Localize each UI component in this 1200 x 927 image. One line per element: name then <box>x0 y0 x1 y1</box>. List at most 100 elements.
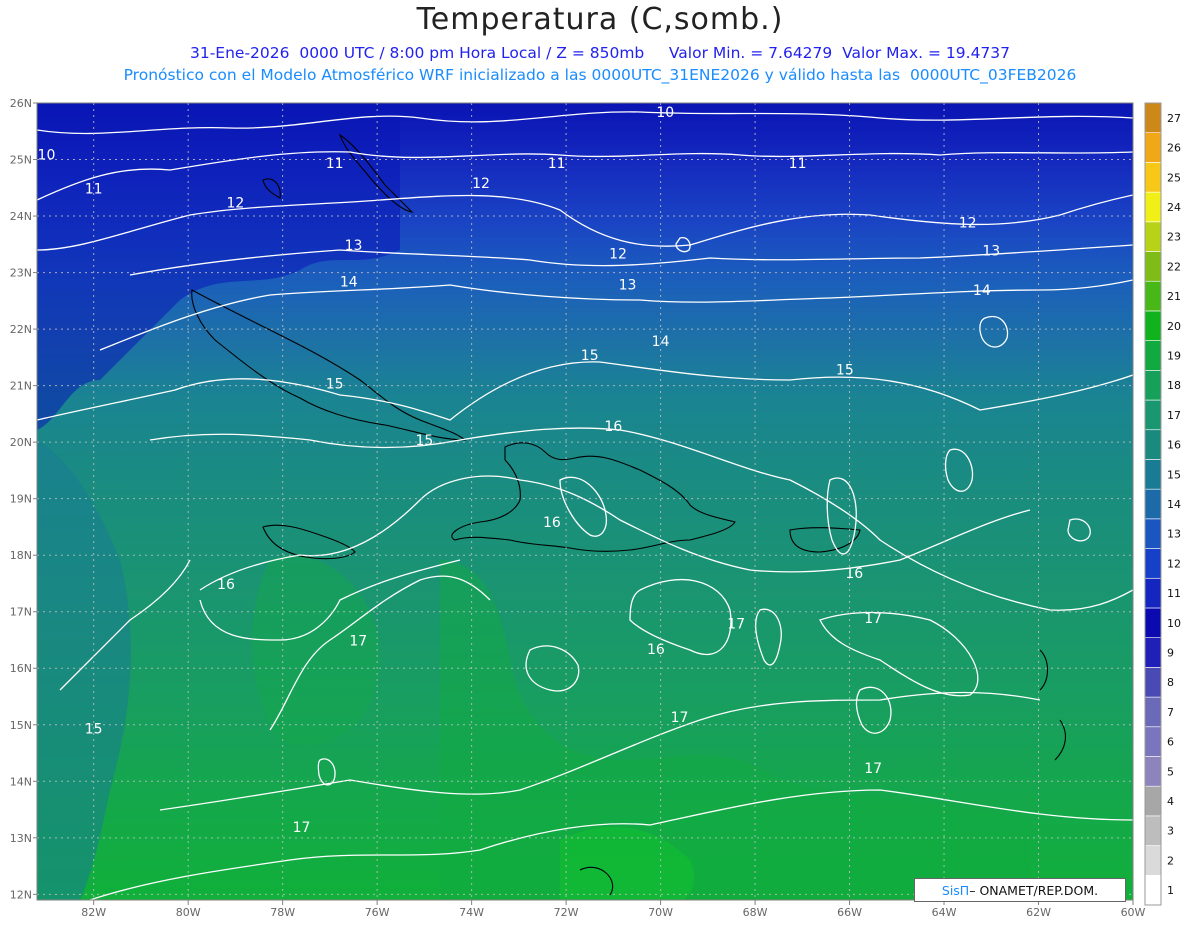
lat-tick-label: 12N <box>10 888 32 901</box>
contour-label: 12 <box>959 215 977 231</box>
colorbar: 1234567891011121314151617181920212223242… <box>1144 102 1181 906</box>
colorbar-swatch <box>1144 191 1162 223</box>
colorbar-swatch <box>1144 310 1162 341</box>
colorbar-swatch <box>1144 667 1162 698</box>
colorbar-swatch <box>1144 696 1162 728</box>
latitude-axis: 26N 25N 24N 23N 22N 21N 20N 19N 18N 17N 16N 15N 14N 1… <box>10 97 37 901</box>
credit-box: SisΠ – ONAMET/REP.DOM. <box>914 878 1126 902</box>
contour-label: 16 <box>217 577 235 593</box>
contour-label: 13 <box>619 278 637 294</box>
colorbar-swatch <box>1144 429 1162 460</box>
contour-label: 11 <box>789 156 807 172</box>
colorbar-swatch <box>1144 340 1162 371</box>
colorbar-label: 12 <box>1167 557 1181 570</box>
lat-tick-label: 16N <box>10 662 32 675</box>
contour-label: 15 <box>836 362 854 378</box>
colorbar-swatch <box>1144 251 1162 282</box>
lon-tick-label: 82W <box>81 906 106 919</box>
lon-tick-label: 62W <box>1026 906 1051 919</box>
colorbar-label: 1 <box>1167 884 1174 897</box>
colorbar-swatch <box>1144 488 1162 520</box>
colorbar-label: 23 <box>1167 231 1181 244</box>
colorbar-label: 13 <box>1167 528 1181 541</box>
lat-tick-label: 14N <box>10 775 32 788</box>
lon-tick-label: 72W <box>554 906 579 919</box>
colorbar-label: 10 <box>1167 617 1181 630</box>
lat-tick-label: 23N <box>10 267 32 280</box>
contour-label: 14 <box>340 275 358 291</box>
colorbar-label: 3 <box>1167 825 1174 838</box>
sispi-brand: SisΠ <box>941 882 970 898</box>
contour-label: 13 <box>345 238 363 254</box>
colorbar-swatch <box>1144 280 1162 312</box>
colorbar-label: 7 <box>1167 706 1174 719</box>
colorbar-swatch <box>1144 637 1162 668</box>
colorbar-swatch <box>1144 399 1162 431</box>
colorbar-label: 11 <box>1167 587 1181 600</box>
colorbar-label: 6 <box>1167 736 1174 749</box>
colorbar-label: 22 <box>1167 260 1181 273</box>
lat-tick-label: 22N <box>10 323 32 336</box>
lat-tick-label: 19N <box>10 493 32 506</box>
lat-tick-label: 18N <box>10 549 32 562</box>
colorbar-swatch <box>1144 726 1162 757</box>
lat-tick-label: 26N <box>10 97 32 110</box>
colorbar-label: 26 <box>1167 142 1181 155</box>
colorbar-label: 8 <box>1167 676 1174 689</box>
contour-label: 17 <box>671 710 689 726</box>
contour-label: 16 <box>604 419 622 435</box>
colorbar-label: 2 <box>1167 854 1174 867</box>
colorbar-swatch <box>1144 459 1162 490</box>
colorbar-swatch <box>1144 874 1162 906</box>
lat-tick-label: 17N <box>10 606 32 619</box>
contour-label: 12 <box>609 246 627 262</box>
colorbar-swatch <box>1144 221 1162 252</box>
colorbar-swatch <box>1144 548 1162 579</box>
contour-label: 14 <box>652 334 670 350</box>
colorbar-swatch <box>1144 370 1162 401</box>
contour-label: 13 <box>982 244 1000 260</box>
contour-label: 14 <box>973 283 991 299</box>
contour-label: 17 <box>864 761 882 777</box>
lon-tick-label: 64W <box>932 906 957 919</box>
lon-tick-label: 80W <box>176 906 201 919</box>
temperature-map: 10101111 11 111212121213131314141415151515… <box>10 97 1181 919</box>
colorbar-label: 15 <box>1167 468 1181 481</box>
colorbar-swatch <box>1144 815 1162 846</box>
lat-tick-label: 15N <box>10 719 32 732</box>
lon-tick-label: 78W <box>270 906 295 919</box>
colorbar-swatch <box>1144 577 1162 609</box>
colorbar-swatch <box>1144 607 1162 638</box>
colorbar-swatch <box>1144 162 1162 193</box>
lat-tick-label: 13N <box>10 832 32 845</box>
contour-label: 15 <box>326 376 344 392</box>
lat-tick-label: 20N <box>10 436 32 449</box>
lat-tick-label: 21N <box>10 380 32 393</box>
lon-tick-label: 76W <box>365 906 390 919</box>
contour-label: 17 <box>293 820 311 836</box>
colorbar-label: 27 <box>1167 112 1181 125</box>
lon-tick-label: 70W <box>648 906 673 919</box>
colorbar-label: 4 <box>1167 795 1174 808</box>
contour-label: 17 <box>864 611 882 627</box>
colorbar-swatch <box>1144 845 1162 876</box>
contour-label: 12 <box>226 196 244 212</box>
lon-tick-label: 74W <box>459 906 484 919</box>
colorbar-label: 9 <box>1167 647 1174 660</box>
contour-label: 17 <box>727 617 745 633</box>
contour-label: 15 <box>581 348 599 364</box>
lon-tick-label: 60W <box>1121 906 1146 919</box>
contour-label: 11 <box>85 181 103 197</box>
longitude-axis: 82W 80W 78W 76W 74W 72W 70W 68W 66W 64W 62W 60W <box>81 900 1146 919</box>
contour-label: 16 <box>543 515 561 531</box>
contour-label: 16 <box>845 566 863 582</box>
contour-label: 10 <box>38 148 56 164</box>
colorbar-label: 18 <box>1167 379 1181 392</box>
credit-text: – ONAMET/REP.DOM. <box>969 882 1099 898</box>
colorbar-swatch <box>1144 132 1162 163</box>
contour-label: 11 <box>548 156 566 172</box>
colorbar-label: 25 <box>1167 171 1181 184</box>
colorbar-swatch <box>1144 785 1162 817</box>
lat-tick-label: 24N <box>10 210 32 223</box>
lat-tick-label: 25N <box>10 154 32 167</box>
